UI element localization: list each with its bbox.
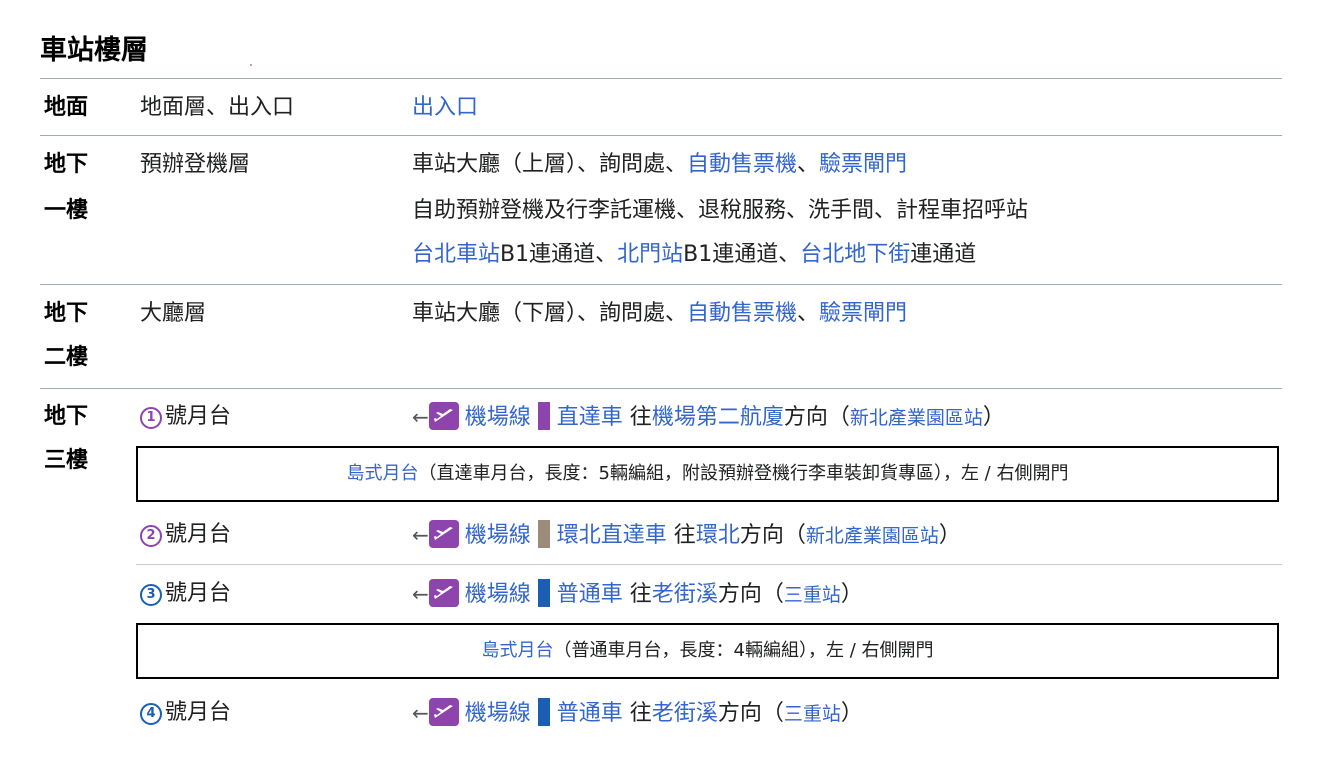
- platform-4-service: ← 機場線 普通車 往老街溪方向（三重站）: [412, 689, 863, 738]
- platform-number-badge: 4: [140, 703, 162, 725]
- facilities-b2-line1: 車站大廳（下層）、詢問處、自動售票機、驗票閘門: [412, 290, 907, 338]
- platform-1-label: 1 號月台: [140, 393, 231, 441]
- island-platform-box-1: 島式月台（直達車月台，長度：5輛編組，附設預辦登機行李車裝卸貨專區），左 / 右…: [136, 446, 1279, 502]
- fare-gate-link[interactable]: 驗票閘門: [819, 301, 907, 326]
- section-title: 車站樓層: [40, 35, 148, 66]
- loop-express-service-link[interactable]: 環北直達車: [557, 523, 667, 548]
- left-arrow-icon: ←: [412, 701, 429, 725]
- concourse-text: 車站大廳（上層）、詢問處、: [412, 152, 688, 177]
- direction-text: 方向（: [739, 523, 806, 548]
- connector-text: B1連通道、: [500, 242, 618, 267]
- level-b3-line2: 三樓: [44, 448, 89, 473]
- loop-express-color-bar: [537, 520, 550, 548]
- connector-text: 連通道: [910, 242, 977, 267]
- level-b1-line1: 地下: [44, 152, 89, 177]
- toward-text: 往: [673, 523, 696, 548]
- paren-close: ）: [982, 405, 1005, 430]
- facilities-ground: 出入口: [412, 84, 478, 132]
- separator: 、: [797, 152, 820, 177]
- destination-link[interactable]: 老街溪: [652, 701, 718, 726]
- airplane-icon: [428, 520, 459, 548]
- level-b2-line2: 二樓: [44, 345, 89, 370]
- platform-3-service: ← 機場線 普通車 往老街溪方向（三重站）: [412, 570, 863, 619]
- terminus-link[interactable]: 新北產業園區站: [806, 525, 939, 547]
- airplane-icon: [428, 402, 459, 430]
- island-platform-desc: （普通車月台，長度：4輛編組），左 / 右側開門: [553, 640, 934, 661]
- platform-2-label: 2 號月台: [140, 511, 231, 559]
- fare-gate-link[interactable]: 驗票閘門: [819, 152, 907, 177]
- toward-text: 往: [629, 582, 652, 607]
- platform-number-badge: 2: [140, 525, 162, 547]
- ticket-machine-link[interactable]: 自動售票機: [687, 301, 797, 326]
- platform-1-service: ← 機場線 直達車 往機場第二航廈方向（新北產業園區站）: [412, 393, 1005, 442]
- level-ground: 地面: [44, 95, 89, 120]
- divider-dot: [250, 64, 252, 66]
- commuter-color-bar: [537, 698, 550, 726]
- level-b3-line1: 地下: [44, 404, 89, 429]
- island-platform-desc: （直達車月台，長度：5輛編組，附設預辦登機行李車裝卸貨專區），左 / 右側開門: [418, 463, 1069, 484]
- commuter-service-link[interactable]: 普通車: [557, 582, 623, 607]
- separator: 、: [797, 301, 820, 326]
- airport-line-link[interactable]: 機場線: [465, 405, 531, 430]
- paren-close: ）: [840, 701, 863, 726]
- platform-2-service: ← 機場線 環北直達車 往環北方向（新北產業園區站）: [412, 511, 961, 560]
- facilities-b1-line3: 台北車站B1連通道、北門站B1連通道、台北地下街連通道: [412, 231, 976, 279]
- destination-link[interactable]: 機場第二航廈: [652, 405, 784, 430]
- island-platform-link[interactable]: 島式月台: [347, 463, 419, 484]
- island-platform-link[interactable]: 島式月台: [482, 640, 554, 661]
- taipei-underground-mall-link[interactable]: 台北地下街: [800, 242, 910, 267]
- left-arrow-icon: ←: [412, 582, 429, 606]
- platform-divider: [136, 564, 1282, 565]
- platform-number-badge: 1: [140, 407, 162, 429]
- left-arrow-icon: ←: [412, 523, 429, 547]
- destination-link[interactable]: 環北: [696, 523, 740, 548]
- platform-4-label: 4 號月台: [140, 689, 231, 737]
- direction-text: 方向（: [783, 405, 850, 430]
- row-divider: [40, 388, 1282, 389]
- beimen-station-link[interactable]: 北門站: [617, 242, 683, 267]
- express-service-link[interactable]: 直達車: [557, 405, 623, 430]
- airport-line-link[interactable]: 機場線: [465, 582, 531, 607]
- concourse-text: 車站大廳（下層）、詢問處、: [412, 301, 688, 326]
- airplane-icon: [428, 698, 459, 726]
- terminus-link[interactable]: 三重站: [784, 703, 841, 725]
- row-divider: [40, 135, 1282, 136]
- facilities-b1-line2: 自助預辦登機及行李託運機、退稅服務、洗手間、計程車招呼站: [412, 198, 1029, 223]
- airplane-icon: [428, 579, 459, 607]
- commuter-color-bar: [537, 579, 550, 607]
- floor-name-b1: 預辦登機層: [140, 152, 251, 177]
- express-color-bar: [537, 402, 550, 430]
- floor-name-b2: 大廳層: [140, 301, 207, 326]
- platform-number-badge: 3: [140, 584, 162, 606]
- toward-text: 往: [629, 701, 652, 726]
- facilities-b1-line1: 車站大廳（上層）、詢問處、自動售票機、驗票閘門: [412, 141, 907, 189]
- platform-label: 號月台: [165, 581, 232, 606]
- floor-name-ground: 地面層、出入口: [140, 95, 295, 120]
- paren-close: ）: [938, 523, 961, 548]
- direction-text: 方向（: [717, 701, 784, 726]
- destination-link[interactable]: 老街溪: [652, 582, 718, 607]
- terminus-link[interactable]: 新北產業園區站: [850, 407, 983, 429]
- airport-line-link[interactable]: 機場線: [465, 701, 531, 726]
- commuter-service-link[interactable]: 普通車: [557, 701, 623, 726]
- toward-text: 往: [629, 405, 652, 430]
- platform-label: 號月台: [165, 404, 232, 429]
- airport-line-link[interactable]: 機場線: [465, 523, 531, 548]
- connector-text: B1連通道、: [683, 242, 801, 267]
- entrance-link[interactable]: 出入口: [412, 95, 478, 120]
- direction-text: 方向（: [717, 582, 784, 607]
- ticket-machine-link[interactable]: 自動售票機: [687, 152, 797, 177]
- table-top-rule: [40, 78, 1282, 79]
- island-platform-box-2: 島式月台（普通車月台，長度：4輛編組），左 / 右側開門: [136, 623, 1279, 679]
- platform-3-label: 3 號月台: [140, 570, 231, 618]
- row-divider: [40, 284, 1282, 285]
- level-b1-line2: 一樓: [44, 198, 89, 223]
- taipei-station-link[interactable]: 台北車站: [412, 242, 500, 267]
- level-b2-line1: 地下: [44, 301, 89, 326]
- platform-label: 號月台: [165, 700, 232, 725]
- paren-close: ）: [840, 582, 863, 607]
- terminus-link[interactable]: 三重站: [784, 584, 841, 606]
- platform-label: 號月台: [165, 522, 232, 547]
- left-arrow-icon: ←: [412, 405, 429, 429]
